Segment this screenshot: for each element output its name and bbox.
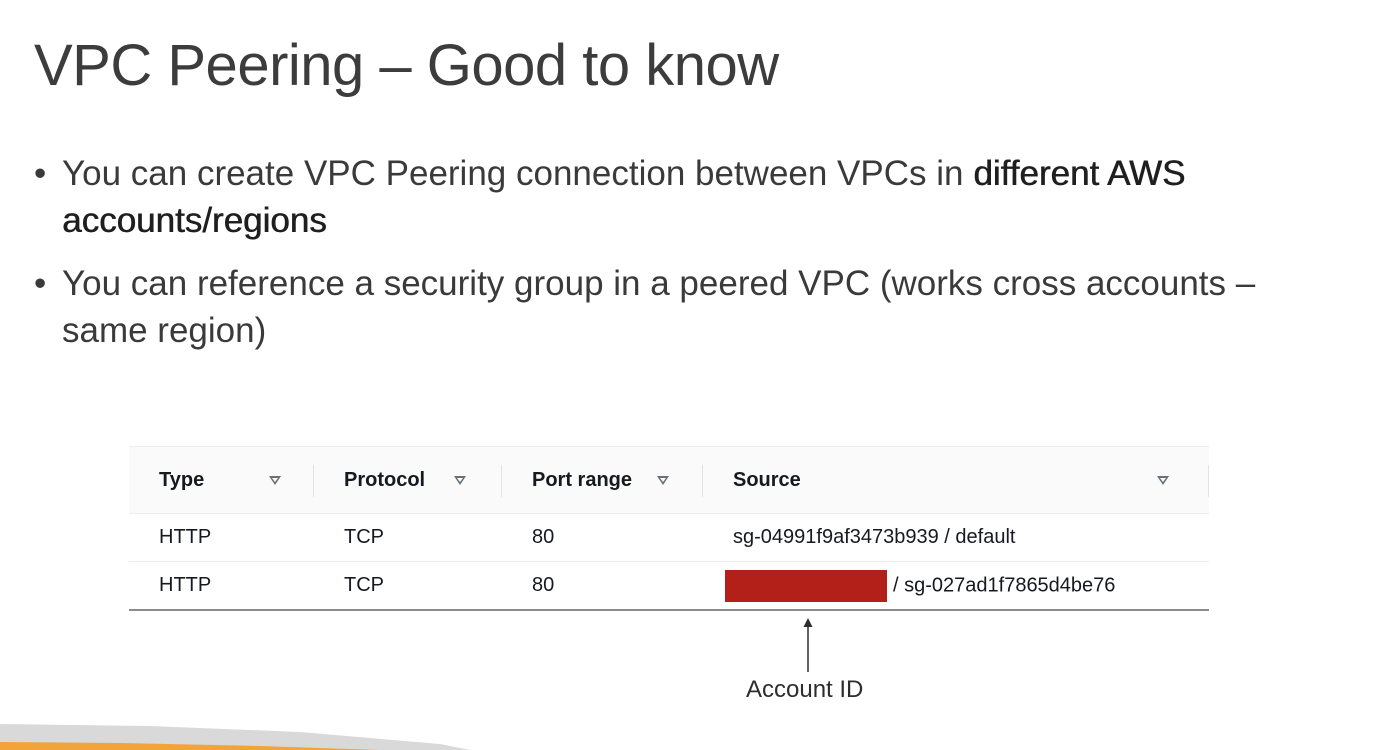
bullet-dot-icon: • bbox=[34, 264, 47, 303]
column-header-type[interactable]: Type bbox=[129, 447, 314, 514]
bullet-item-cross-account: • You can create VPC Peering connection … bbox=[34, 150, 1334, 244]
sort-down-triangle-icon[interactable] bbox=[657, 475, 669, 485]
column-label: Source bbox=[733, 468, 801, 491]
source-sg-text: / sg-027ad1f7865d4be76 bbox=[893, 573, 1116, 596]
column-divider bbox=[1208, 465, 1209, 497]
slide-title: VPC Peering – Good to know bbox=[34, 33, 779, 98]
column-label: Type bbox=[159, 468, 205, 491]
cell-port-range: 80 bbox=[532, 574, 555, 596]
bullet-text: You can create VPC Peering connection be… bbox=[62, 154, 974, 193]
sort-down-triangle-icon[interactable] bbox=[454, 475, 466, 485]
cell-protocol: TCP bbox=[344, 526, 384, 548]
column-label: Protocol bbox=[344, 468, 426, 491]
column-header-source[interactable]: Source bbox=[703, 447, 1209, 514]
cell-type: HTTP bbox=[159, 574, 212, 596]
security-group-rules-table: Type Protocol Port range Source HTTP TCP… bbox=[129, 446, 1209, 611]
column-header-protocol[interactable]: Protocol bbox=[314, 447, 502, 514]
cell-source: / sg-027ad1f7865d4be76 bbox=[703, 562, 1209, 611]
cell-port-range: 80 bbox=[532, 526, 555, 548]
sort-down-triangle-icon[interactable] bbox=[269, 475, 281, 485]
account-id-label: Account ID bbox=[746, 676, 864, 703]
redacted-account-id bbox=[725, 569, 887, 602]
column-label: Port range bbox=[532, 468, 633, 491]
cell-protocol: TCP bbox=[344, 574, 384, 596]
bullet-text: You can reference a security group in a … bbox=[62, 264, 1256, 350]
footer-decoration bbox=[0, 724, 470, 750]
column-header-port-range[interactable]: Port range bbox=[502, 447, 703, 514]
sort-down-triangle-icon[interactable] bbox=[1157, 475, 1169, 485]
table-row[interactable]: HTTP TCP 80 / sg-027ad1f7865d4be76 bbox=[129, 562, 1209, 611]
cell-type: HTTP bbox=[159, 526, 212, 548]
bullet-list: • You can create VPC Peering connection … bbox=[34, 150, 1334, 370]
arrow-up-icon bbox=[803, 618, 813, 672]
bullet-dot-icon: • bbox=[34, 154, 47, 193]
table-row[interactable]: HTTP TCP 80 sg-04991f9af3473b939 / defau… bbox=[129, 514, 1209, 562]
table-header-row: Type Protocol Port range Source bbox=[129, 446, 1209, 514]
cell-source: sg-04991f9af3473b939 / default bbox=[733, 526, 1016, 548]
bullet-item-security-group: • You can reference a security group in … bbox=[34, 260, 1334, 354]
